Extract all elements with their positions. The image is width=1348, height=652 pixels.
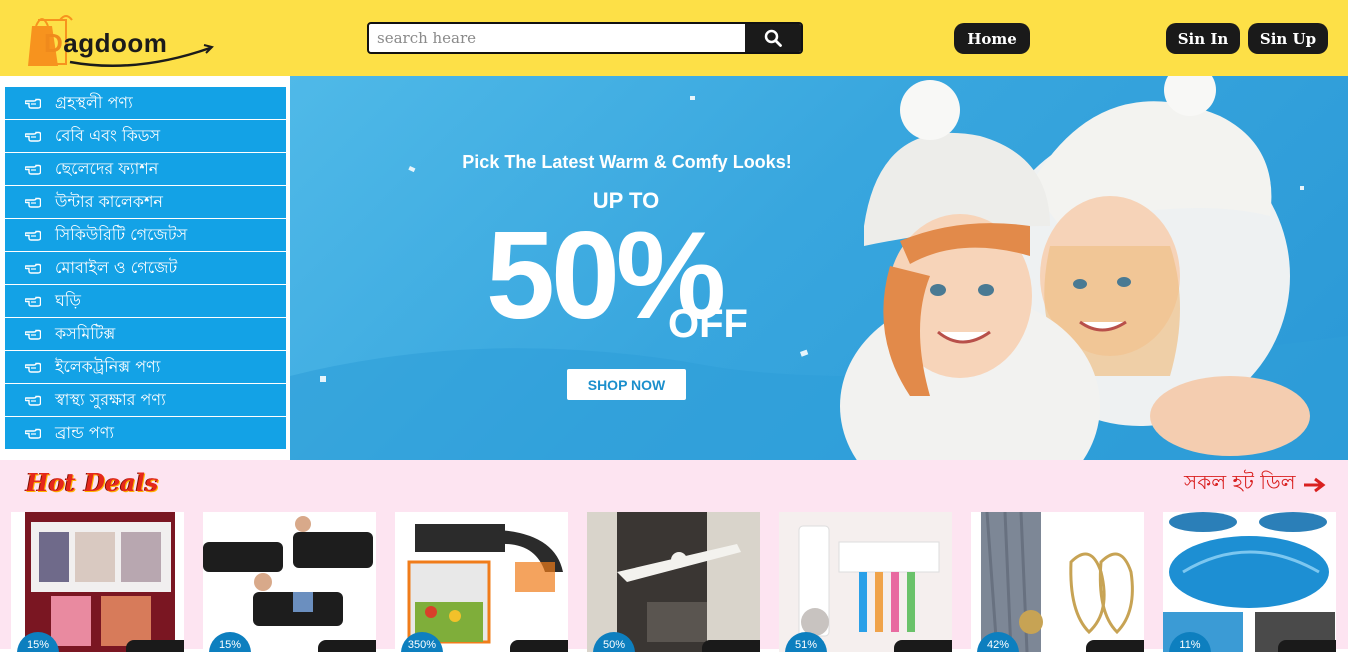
- pointing-hand-icon: [25, 329, 41, 340]
- sidebar-item-label: মোবাইল ও গেজেট: [55, 257, 178, 277]
- hot-deal-card-4[interactable]: 51%: [779, 512, 952, 652]
- sidebar-item-label: স্বাস্থ্য সুরক্ষার পণ্য: [55, 389, 166, 409]
- shop-now-button[interactable]: SHOP NOW: [567, 369, 686, 400]
- product-image: [407, 524, 563, 644]
- banner-off: OFF: [668, 302, 748, 346]
- sidebar-item-label: ব্রান্ড পণ্য: [55, 422, 115, 442]
- pointing-hand-icon: [25, 362, 41, 373]
- dagdoom-logo[interactable]: Dagdoom: [26, 12, 216, 68]
- promo-banner[interactable]: Pick The Latest Warm & Comfy Looks! UP T…: [290, 76, 1348, 460]
- sidebar-item-5[interactable]: মোবাইল ও গেজেট: [5, 252, 286, 284]
- hot-deals-title: Hot Deals: [26, 468, 159, 497]
- product-image: [971, 512, 1144, 652]
- cart-badge[interactable]: [894, 640, 952, 652]
- category-sidebar: গ্রহস্থলী পণ্য বেবি এবং কিডস ছেলেদের ফ্যাশ…: [0, 76, 290, 460]
- hot-deal-card-0[interactable]: 15%: [11, 512, 184, 652]
- hot-deal-card-5[interactable]: 42%: [971, 512, 1144, 652]
- cart-badge[interactable]: [1278, 640, 1336, 652]
- search-button[interactable]: [745, 24, 801, 52]
- hot-deals-section: Hot Deals সকল হট ডিল 15% 15% 350% 50% 51% 42%…: [0, 460, 1348, 652]
- pointing-hand-icon: [25, 263, 41, 274]
- sidebar-item-4[interactable]: সিকিউরিটি গেজেটস: [5, 219, 286, 251]
- cart-badge[interactable]: [318, 640, 376, 652]
- pointing-hand-icon: [25, 428, 41, 439]
- banner-headline: Pick The Latest Warm & Comfy Looks!: [462, 152, 792, 172]
- sign-up-button[interactable]: Sin Up: [1248, 23, 1328, 54]
- sidebar-item-10[interactable]: ব্রান্ড পণ্য: [5, 417, 286, 449]
- sidebar-item-label: ইলেকট্রনিক্স পণ্য: [55, 356, 161, 376]
- product-image: [587, 512, 760, 652]
- product-image: [779, 512, 952, 652]
- sidebar-item-2[interactable]: ছেলেদের ফ্যাশন: [5, 153, 286, 185]
- search-input[interactable]: [369, 24, 745, 52]
- cart-badge[interactable]: [510, 640, 568, 652]
- banner-artwork: [290, 76, 1348, 460]
- logo-word: agdoom: [63, 28, 168, 58]
- pointing-hand-icon: [25, 131, 41, 142]
- hot-deal-card-6[interactable]: 11%: [1163, 512, 1336, 652]
- sidebar-item-label: কসমিটিক্স: [55, 323, 116, 343]
- sidebar-item-7[interactable]: কসমিটিক্স: [5, 318, 286, 350]
- search-icon: [764, 29, 782, 47]
- sign-in-button[interactable]: Sin In: [1166, 23, 1240, 54]
- hot-deal-card-3[interactable]: 50%: [587, 512, 760, 652]
- cart-badge[interactable]: [702, 640, 760, 652]
- pointing-hand-icon: [25, 164, 41, 175]
- search-box: [367, 22, 803, 54]
- pointing-hand-icon: [25, 296, 41, 307]
- pointing-hand-icon: [25, 98, 41, 109]
- cart-badge[interactable]: [126, 640, 184, 652]
- see-all-hot-deals-link[interactable]: সকল হট ডিল: [1184, 468, 1326, 501]
- sidebar-item-9[interactable]: স্বাস্থ্য সুরক্ষার পণ্য: [5, 384, 286, 416]
- sidebar-item-6[interactable]: ঘড়ি: [5, 285, 286, 317]
- logo-text: Dagdoom: [44, 28, 168, 58]
- hot-deal-card-1[interactable]: 15%: [203, 512, 376, 652]
- sidebar-item-label: গ্রহস্থলী পণ্য: [55, 92, 133, 112]
- sidebar-item-8[interactable]: ইলেকট্রনিক্স পণ্য: [5, 351, 286, 383]
- sidebar-item-0[interactable]: গ্রহস্থলী পণ্য: [5, 87, 286, 119]
- pointing-hand-icon: [25, 197, 41, 208]
- sidebar-item-label: ঘড়ি: [55, 290, 81, 310]
- sidebar-item-label: ছেলেদের ফ্যাশন: [55, 158, 159, 178]
- cart-badge[interactable]: [1086, 640, 1144, 652]
- home-button[interactable]: Home: [954, 23, 1030, 54]
- sidebar-item-3[interactable]: উন্টার কালেকশন: [5, 186, 286, 218]
- hot-deal-card-2[interactable]: 350%: [395, 512, 568, 652]
- pointing-hand-icon: [25, 395, 41, 406]
- pointing-hand-icon: [25, 230, 41, 241]
- product-image: [25, 512, 175, 652]
- sidebar-item-label: বেবি এবং কিডস: [55, 125, 161, 145]
- sidebar-item-label: সিকিউরিটি গেজেটস: [55, 224, 188, 244]
- header-bar: Dagdoom Home Sin In Sin Up: [0, 0, 1348, 76]
- sidebar-item-label: উন্টার কালেকশন: [55, 191, 163, 211]
- see-all-label: সকল হট ডিল: [1184, 470, 1296, 494]
- sidebar-item-1[interactable]: বেবি এবং কিডস: [5, 120, 286, 152]
- product-image: [203, 516, 373, 626]
- product-image: [1163, 512, 1336, 652]
- arrow-right-icon: [1303, 477, 1326, 492]
